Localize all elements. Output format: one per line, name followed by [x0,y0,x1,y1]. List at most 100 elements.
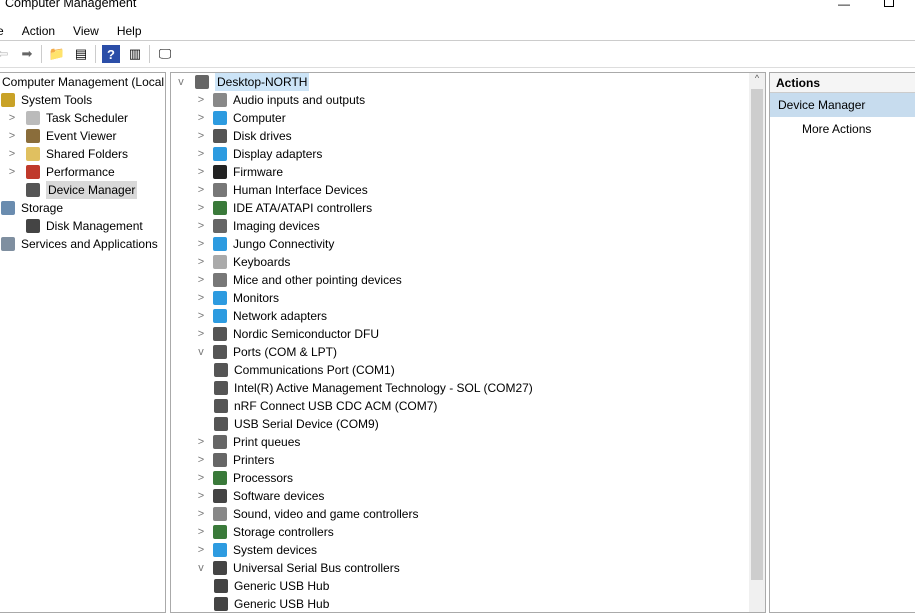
device-tree-item[interactable]: Intel(R) Active Management Technology - … [214,379,533,397]
tree-item[interactable]: > Event Viewer [6,127,116,145]
device-tree-item[interactable]: > Audio inputs and outputs [195,91,365,109]
chevron-right-icon[interactable]: > [195,235,207,253]
device-tree-item[interactable]: > Storage controllers [195,523,334,541]
device-tree-item[interactable]: > System devices [195,541,317,559]
device-tree-item[interactable]: > Display adapters [195,145,322,163]
tree-item[interactable]: System Tools [1,91,92,109]
chevron-right-icon[interactable]: > [195,325,207,343]
chevron-right-icon[interactable]: > [195,307,207,325]
device-tree-item[interactable]: > Sound, video and game controllers [195,505,418,523]
help-icon[interactable]: ? [102,45,120,63]
show-hide-tree-icon[interactable]: ▤ [72,45,90,63]
monitor-icon[interactable]: 🖵 [156,45,174,63]
tree-item[interactable]: Computer Management (Local [2,73,164,91]
minimize-button[interactable]: — [838,0,850,11]
chevron-right-icon[interactable]: > [195,91,207,109]
tree-item-label: Device Manager [46,181,138,199]
console-tree: Computer Management (Local System Tools > T… [0,72,166,613]
tree-item[interactable]: Device Manager [6,181,138,199]
device-tree-item[interactable]: > Human Interface Devices [195,181,368,199]
chevron-right-icon[interactable]: > [195,487,207,505]
chevron-right-icon[interactable]: > [6,145,18,163]
device-label: USB Serial Device (COM9) [234,417,379,431]
menu-bar: e Action View Help [0,22,160,40]
device-label: Firmware [233,165,283,179]
actions-section-device-manager[interactable]: Device Manager [770,93,915,117]
device-label: Computer [233,111,286,125]
chevron-right-icon[interactable]: > [195,271,207,289]
tree-item[interactable]: Disk Management [6,217,143,235]
chevron-right-icon[interactable]: > [195,217,207,235]
device-tree-item[interactable]: > Printers [195,451,274,469]
chevron-right-icon[interactable]: > [195,505,207,523]
device-tree-item[interactable]: > Keyboards [195,253,290,271]
chevron-right-icon[interactable]: > [195,181,207,199]
device-tree-item[interactable]: > Network adapters [195,307,327,325]
chevron-right-icon[interactable]: > [195,289,207,307]
up-folder-icon[interactable]: 📁 [48,45,66,63]
device-category-icon [213,453,227,467]
device-tree-item[interactable]: nRF Connect USB CDC ACM (COM7) [214,397,437,415]
tree-item-icon [1,93,15,107]
device-tree-item[interactable]: > Nordic Semiconductor DFU [195,325,379,343]
scrollbar-thumb[interactable] [751,89,763,580]
chevron-right-icon[interactable]: > [195,433,207,451]
chevron-right-icon[interactable]: > [195,127,207,145]
chevron-right-icon[interactable]: > [195,523,207,541]
show-hide-action-pane-icon[interactable]: ▥ [126,45,144,63]
device-tree-item[interactable]: > Firmware [195,163,283,181]
device-label: Imaging devices [233,219,320,233]
chevron-right-icon[interactable]: > [195,451,207,469]
device-category-icon [214,381,228,395]
chevron-right-icon[interactable]: > [195,163,207,181]
vertical-scrollbar[interactable]: ^ [749,73,765,612]
device-tree-item[interactable]: > Mice and other pointing devices [195,271,402,289]
forward-icon[interactable]: ➡ [18,45,36,63]
device-tree-item[interactable]: > Imaging devices [195,217,320,235]
device-tree-item[interactable]: > Processors [195,469,293,487]
back-icon[interactable]: ⇦ [0,45,12,63]
chevron-right-icon[interactable]: > [195,145,207,163]
chevron-down-icon[interactable]: v [195,343,207,361]
chevron-right-icon[interactable]: > [6,109,18,127]
more-actions-link[interactable]: More Actions [770,117,915,141]
tree-item[interactable]: > Shared Folders [6,145,128,163]
device-tree-item[interactable]: Generic USB Hub [214,577,329,595]
device-tree-item[interactable]: > Software devices [195,487,324,505]
chevron-right-icon[interactable]: > [6,163,18,181]
device-tree-item[interactable]: > Print queues [195,433,300,451]
device-tree-item[interactable]: > Jungo Connectivity [195,235,334,253]
chevron-right-icon[interactable]: > [195,199,207,217]
device-tree-item[interactable]: > Monitors [195,289,279,307]
device-tree-item[interactable]: > IDE ATA/ATAPI controllers [195,199,372,217]
chevron-right-icon[interactable]: > [195,469,207,487]
chevron-down-icon[interactable]: v [195,559,207,577]
tree-item[interactable]: Services and Applications [1,235,158,253]
device-label: Display adapters [233,147,323,161]
menu-item[interactable]: Help [117,22,142,40]
menu-item[interactable]: Action [22,22,55,40]
menu-item[interactable]: e [0,22,4,40]
chevron-right-icon[interactable]: > [195,253,207,271]
tree-item-icon [26,147,40,161]
chevron-down-icon[interactable]: v [175,73,187,91]
chevron-right-icon[interactable]: > [195,541,207,559]
scroll-up-arrow[interactable]: ^ [749,73,765,83]
device-tree-item[interactable]: v Ports (COM & LPT) [195,343,337,361]
menu-item[interactable]: View [73,22,99,40]
tree-item[interactable]: > Task Scheduler [6,109,128,127]
tree-item-label: Task Scheduler [46,111,129,125]
device-tree-item[interactable]: v Universal Serial Bus controllers [195,559,400,577]
device-tree-item[interactable]: Communications Port (COM1) [214,361,395,379]
device-tree-item[interactable]: USB Serial Device (COM9) [214,415,379,433]
chevron-right-icon[interactable]: > [6,127,18,145]
chevron-right-icon[interactable]: > [195,109,207,127]
device-tree-item[interactable]: Generic USB Hub [214,595,329,612]
device-tree-item[interactable]: > Disk drives [195,127,292,145]
tree-item[interactable]: Storage [1,199,63,217]
device-label: Software devices [233,489,325,503]
tree-item[interactable]: > Performance [6,163,115,181]
device-tree-item[interactable]: > Computer [195,109,286,127]
maximize-button[interactable] [884,0,894,7]
device-tree-root[interactable]: v Desktop-NORTH [175,73,310,91]
